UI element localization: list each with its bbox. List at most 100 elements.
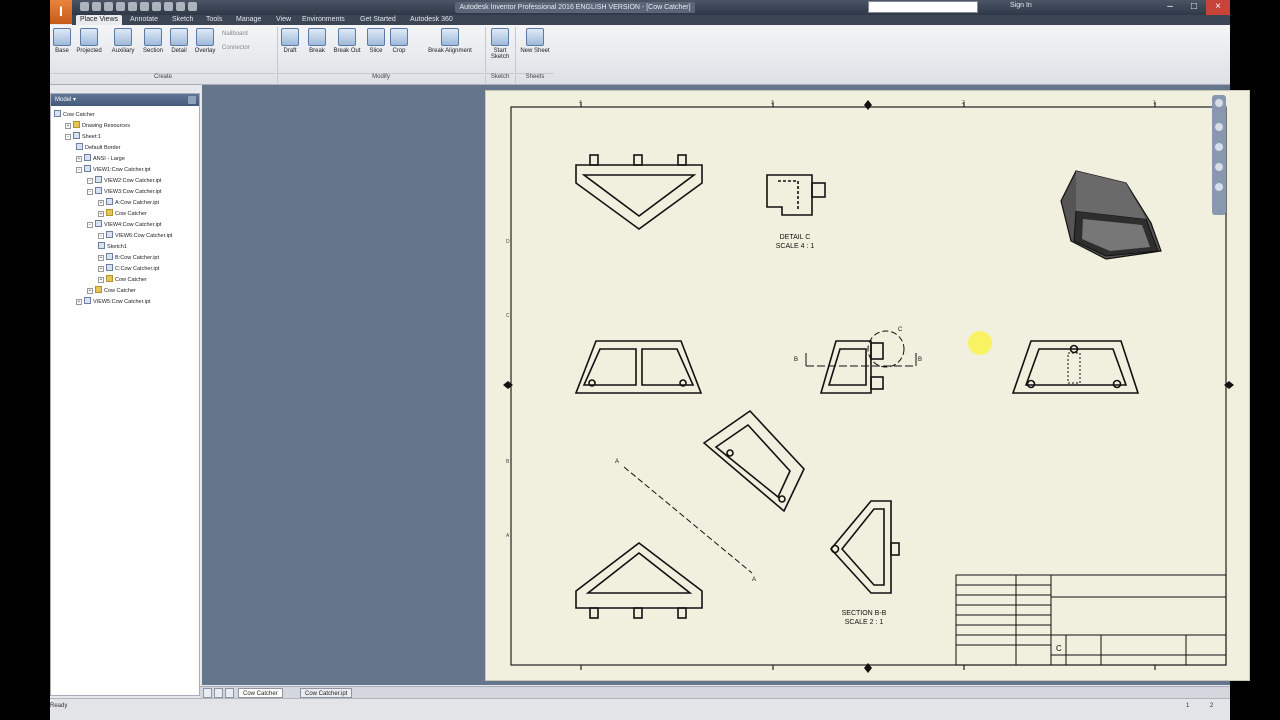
doc-tab-cow-catcher[interactable]: Cow Catcher xyxy=(238,688,283,698)
bottom-view[interactable] xyxy=(575,541,703,619)
browser-node[interactable]: Default Border xyxy=(76,143,120,153)
tab-view[interactable]: View xyxy=(276,15,291,25)
isometric-view[interactable] xyxy=(1060,170,1162,260)
browser-node[interactable]: − VIEW1:Cow Catcher.ipt xyxy=(76,165,150,175)
application-menu-button[interactable]: I xyxy=(50,0,72,24)
browser-node[interactable]: + ANSI - Large xyxy=(76,154,125,164)
steering-wheel-icon[interactable] xyxy=(1215,99,1223,107)
detail-view-c[interactable] xyxy=(766,174,826,216)
draft-button[interactable]: Draft xyxy=(280,28,300,68)
slice-button[interactable]: Slice xyxy=(366,28,386,68)
expand-toggle-icon[interactable]: − xyxy=(87,178,93,184)
crop-icon xyxy=(390,28,408,46)
detail-view-button[interactable]: Detail xyxy=(168,28,190,68)
browser-node[interactable]: + B:Cow Catcher.ipt xyxy=(98,253,159,263)
browser-options-icon[interactable] xyxy=(188,96,196,104)
tab-sketch[interactable]: Sketch xyxy=(172,15,193,25)
tab-place-views[interactable]: Place Views xyxy=(76,15,123,25)
look-at-icon[interactable] xyxy=(1215,183,1223,191)
crop-button[interactable]: Crop xyxy=(388,28,410,68)
break-out-button[interactable]: Break Out xyxy=(330,28,364,68)
section-view-button[interactable]: Section xyxy=(140,28,166,68)
expand-toggle-icon[interactable]: + xyxy=(98,266,104,272)
browser-node[interactable]: + C:Cow Catcher.ipt xyxy=(98,264,159,274)
side-view[interactable] xyxy=(819,330,905,394)
expand-toggle-icon[interactable]: − xyxy=(76,167,82,173)
drawing-sheet[interactable]: 4 3 2 1 D C B A DETAIL C SCALE 4: 1 SEC… xyxy=(485,90,1250,681)
cascade-icon[interactable] xyxy=(214,688,223,698)
nailboard-button[interactable]: Nailboard xyxy=(222,31,248,37)
front-view[interactable] xyxy=(574,340,703,394)
expand-toggle-icon[interactable]: + xyxy=(87,288,93,294)
browser-node[interactable]: − Sheet:1 xyxy=(65,132,101,142)
measure-icon[interactable] xyxy=(176,2,185,11)
minimize-icon[interactable]: – xyxy=(1158,0,1182,15)
pan-icon[interactable] xyxy=(1215,123,1223,131)
break-alignment-button[interactable]: Break Alignment xyxy=(420,28,480,68)
doc-tab-cow-catcher-ipt[interactable]: Cow Catcher.ipt xyxy=(300,688,353,698)
browser-node[interactable]: + Cow Catcher xyxy=(87,286,136,296)
connector-button[interactable]: Connector xyxy=(222,45,250,51)
orbit-icon[interactable] xyxy=(1215,163,1223,171)
auxiliary-view[interactable] xyxy=(702,409,805,513)
expand-toggle-icon[interactable]: + xyxy=(65,123,71,129)
browser-node[interactable]: − VIEW2:Cow Catcher.ipt xyxy=(87,176,161,186)
start-sketch-button[interactable]: Start Sketch xyxy=(488,28,512,68)
expand-toggle-icon[interactable]: − xyxy=(65,134,71,140)
undo-icon[interactable] xyxy=(116,2,125,11)
browser-node[interactable]: + Cow Catcher xyxy=(98,209,147,219)
update-icon[interactable] xyxy=(188,2,197,11)
base-view-button[interactable]: Base xyxy=(52,28,72,68)
new-sheet-button[interactable]: New Sheet xyxy=(518,28,552,68)
browser-node[interactable]: + Cow Catcher xyxy=(98,275,147,285)
expand-toggle-icon[interactable]: + xyxy=(98,200,104,206)
browser-node[interactable]: + Drawing Resources xyxy=(65,121,130,131)
redo-icon[interactable] xyxy=(128,2,137,11)
appearance-icon[interactable] xyxy=(164,2,173,11)
tab-tools[interactable]: Tools xyxy=(206,15,222,25)
sign-in-link[interactable]: Sign In xyxy=(1010,2,1032,9)
tab-environments[interactable]: Environments xyxy=(302,15,345,25)
open-icon[interactable] xyxy=(92,2,101,11)
tab-annotate[interactable]: Annotate xyxy=(130,15,158,25)
right-view[interactable] xyxy=(1011,340,1140,394)
browser-header[interactable]: Model ▾ xyxy=(51,94,199,106)
browser-node[interactable]: + VIEW5:Cow Catcher.ipt xyxy=(76,297,150,307)
browser-node[interactable]: − VIEW6:Cow Catcher.ipt xyxy=(98,231,172,241)
zoom-icon[interactable] xyxy=(1215,143,1223,151)
expand-toggle-icon[interactable]: + xyxy=(98,255,104,261)
expand-toggle-icon[interactable]: − xyxy=(98,233,104,239)
projected-view-button[interactable]: Projected xyxy=(74,28,104,68)
browser-node[interactable]: Cow Catcher xyxy=(54,110,95,120)
top-view-1[interactable] xyxy=(575,154,703,230)
browser-node[interactable]: − VIEW4:Cow Catcher.ipt xyxy=(87,220,161,230)
tile-icon[interactable] xyxy=(203,688,212,698)
windows-menu-icon[interactable] xyxy=(225,688,234,698)
close-icon[interactable]: × xyxy=(1206,0,1230,15)
print-icon[interactable] xyxy=(152,2,161,11)
navigation-bar[interactable] xyxy=(1212,95,1226,215)
search-input[interactable] xyxy=(868,1,978,13)
expand-toggle-icon[interactable]: − xyxy=(87,189,93,195)
expand-toggle-icon[interactable]: + xyxy=(98,211,104,217)
tab-get-started[interactable]: Get Started xyxy=(360,15,396,25)
maximize-icon[interactable]: □ xyxy=(1182,0,1206,15)
graphics-window[interactable]: 4 3 2 1 D C B A DETAIL C SCALE 4: 1 SEC… xyxy=(202,85,1250,685)
section-cut-line[interactable] xyxy=(805,353,917,367)
browser-node[interactable]: + A:Cow Catcher.ipt xyxy=(98,198,159,208)
tab-manage[interactable]: Manage xyxy=(236,15,261,25)
tab-autodesk-360[interactable]: Autodesk 360 xyxy=(410,15,453,25)
expand-toggle-icon[interactable]: + xyxy=(76,299,82,305)
break-button[interactable]: Break xyxy=(306,28,328,68)
overlay-view-button[interactable]: Overlay xyxy=(192,28,218,68)
expand-toggle-icon[interactable]: − xyxy=(87,222,93,228)
home-icon[interactable] xyxy=(140,2,149,11)
new-icon[interactable] xyxy=(80,2,89,11)
browser-node[interactable]: Sketch1 xyxy=(98,242,127,252)
expand-toggle-icon[interactable]: + xyxy=(76,156,82,162)
save-icon[interactable] xyxy=(104,2,113,11)
section-view-b[interactable] xyxy=(829,500,900,594)
auxiliary-view-button[interactable]: Auxiliary xyxy=(108,28,138,68)
browser-node[interactable]: − VIEW3:Cow Catcher.ipt xyxy=(87,187,161,197)
expand-toggle-icon[interactable]: + xyxy=(98,277,104,283)
